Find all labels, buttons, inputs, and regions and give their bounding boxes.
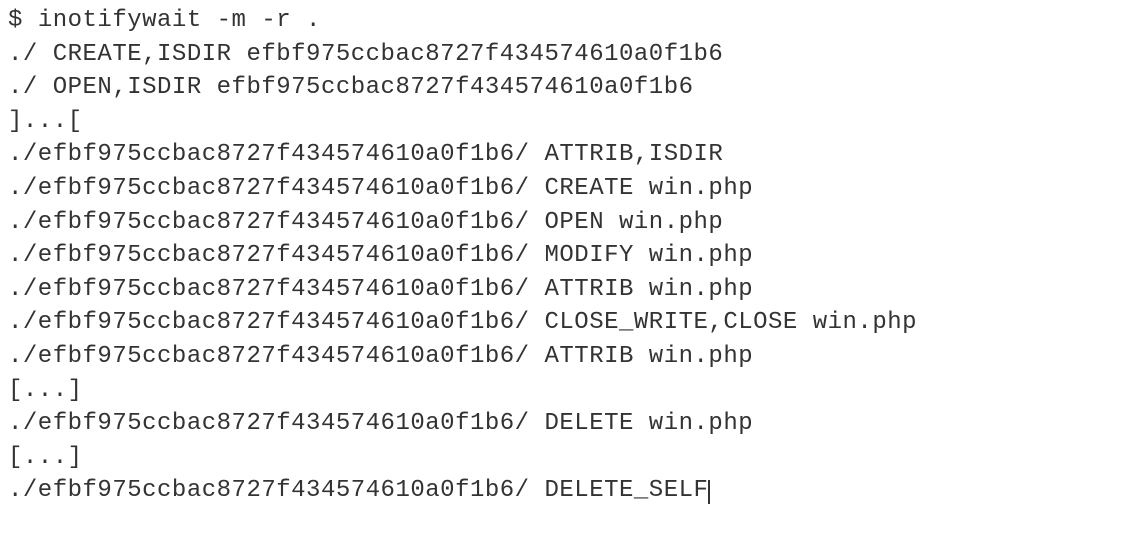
output-text: ./efbf975ccbac8727f434574610a0f1b6/ DELE… [8, 477, 708, 504]
output-line: ./efbf975ccbac8727f434574610a0f1b6/ OPEN… [8, 206, 1121, 240]
command-line: $ inotifywait -m -r . [8, 4, 1121, 38]
output-line: ./efbf975ccbac8727f434574610a0f1b6/ ATTR… [8, 273, 1121, 307]
output-line: ./efbf975ccbac8727f434574610a0f1b6/ ATTR… [8, 340, 1121, 374]
output-line: ./efbf975ccbac8727f434574610a0f1b6/ CLOS… [8, 306, 1121, 340]
output-line: ]...[ [8, 105, 1121, 139]
output-line: ./ OPEN,ISDIR efbf975ccbac8727f434574610… [8, 71, 1121, 105]
shell-prompt: $ [8, 7, 38, 34]
output-line: ./ CREATE,ISDIR efbf975ccbac8727f4345746… [8, 38, 1121, 72]
output-line: ./efbf975ccbac8727f434574610a0f1b6/ CREA… [8, 172, 1121, 206]
text-cursor-icon [708, 480, 710, 504]
terminal-output[interactable]: $ inotifywait -m -r . ./ CREATE,ISDIR ef… [8, 4, 1121, 508]
output-line: ./efbf975ccbac8727f434574610a0f1b6/ DELE… [8, 407, 1121, 441]
output-line: [...] [8, 441, 1121, 475]
output-line: ./efbf975ccbac8727f434574610a0f1b6/ ATTR… [8, 138, 1121, 172]
output-line: ./efbf975ccbac8727f434574610a0f1b6/ MODI… [8, 239, 1121, 273]
output-line-last: ./efbf975ccbac8727f434574610a0f1b6/ DELE… [8, 474, 1121, 508]
output-line: [...] [8, 374, 1121, 408]
command-text: inotifywait -m -r . [38, 7, 321, 34]
